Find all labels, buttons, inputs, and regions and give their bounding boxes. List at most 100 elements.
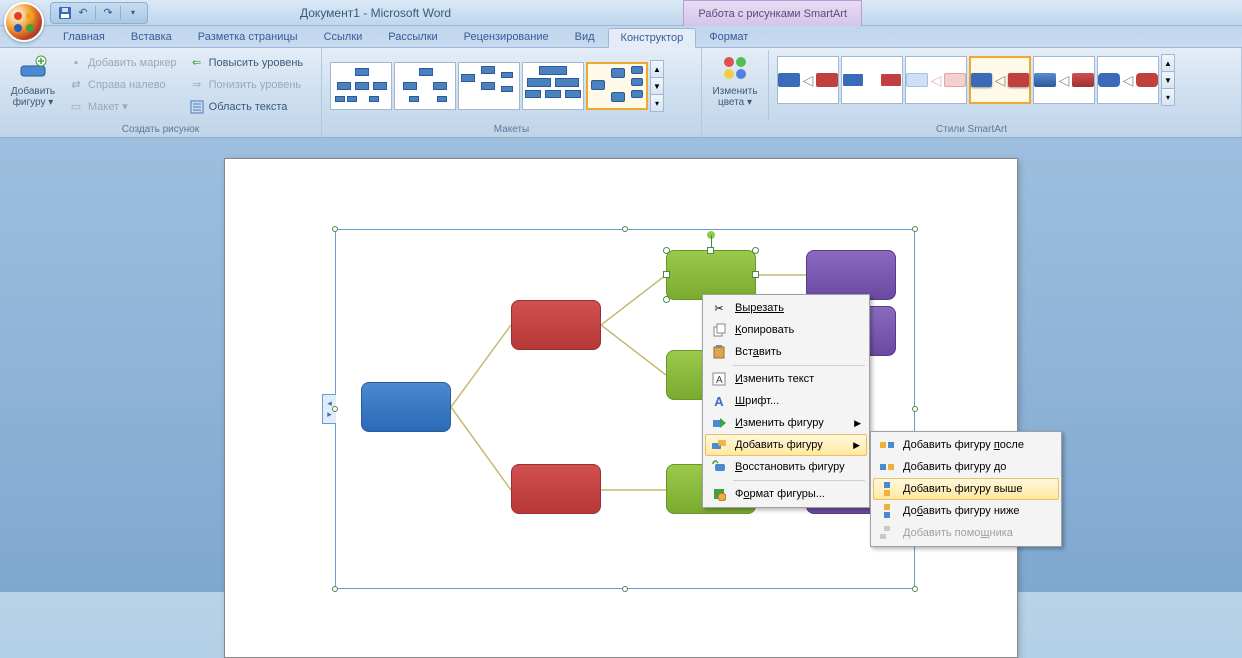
add-before-icon bbox=[877, 457, 897, 477]
tab-home[interactable]: Главная bbox=[50, 27, 118, 47]
change-shape-icon bbox=[709, 413, 729, 433]
resize-handle[interactable] bbox=[707, 247, 714, 254]
ctx-copy[interactable]: Копировать bbox=[705, 319, 867, 341]
ctx-font[interactable]: AШрифт... bbox=[705, 390, 867, 412]
group-create-graphic-label: Создать рисунок bbox=[4, 122, 317, 137]
gallery-scroll-up[interactable]: ▲ bbox=[651, 61, 663, 78]
layout-thumb-5[interactable] bbox=[586, 62, 648, 110]
layout-thumb-2[interactable] bbox=[394, 62, 456, 110]
smartart-node-green-selected[interactable] bbox=[666, 250, 756, 300]
resize-handle[interactable] bbox=[663, 247, 670, 254]
style-thumb-2[interactable]: ◁ bbox=[841, 56, 903, 104]
textpane-icon bbox=[189, 99, 205, 115]
change-colors-label-2: цвета ▾ bbox=[718, 97, 752, 108]
tab-review[interactable]: Рецензирование bbox=[451, 27, 562, 47]
change-colors-button[interactable]: Изменить цвета ▾ bbox=[706, 50, 764, 118]
change-colors-label-1: Изменить bbox=[712, 86, 757, 97]
sub-add-before[interactable]: Добавить фигуру до bbox=[873, 456, 1059, 478]
add-bullet-button[interactable]: ▪Добавить маркер bbox=[66, 52, 179, 73]
tab-design[interactable]: Конструктор bbox=[608, 28, 697, 48]
contextual-tab-title: Работа с рисунками SmartArt bbox=[683, 0, 862, 26]
tab-insert[interactable]: Вставка bbox=[118, 27, 185, 47]
promote-icon: ⇐ bbox=[189, 55, 205, 71]
layout-gallery-scroll: ▲ ▼ ▾ bbox=[650, 60, 664, 112]
layout-thumb-1[interactable] bbox=[330, 62, 392, 110]
ribbon: Добавить фигуру ▾ ▪Добавить маркер ⇄Спра… bbox=[0, 48, 1242, 138]
sub-add-after[interactable]: Добавить фигуру после bbox=[873, 434, 1059, 456]
demote-button[interactable]: ⇒Понизить уровень bbox=[187, 74, 306, 95]
format-shape-icon bbox=[709, 484, 729, 504]
document-area: ◂▸ bbox=[0, 138, 1242, 592]
font-icon: A bbox=[709, 391, 729, 411]
layout-thumb-3[interactable] bbox=[458, 62, 520, 110]
tab-references[interactable]: Ссылки bbox=[311, 27, 376, 47]
ctx-cut[interactable]: ✂Вырезать bbox=[705, 297, 867, 319]
smartart-node-red-1[interactable] bbox=[511, 300, 601, 350]
change-colors-icon bbox=[719, 52, 751, 84]
quick-access-toolbar: ↶ ↷ ▾ bbox=[50, 2, 148, 24]
text-pane-button[interactable]: Область текста bbox=[187, 96, 306, 117]
tab-format[interactable]: Формат bbox=[696, 27, 761, 47]
submenu-arrow-icon: ▶ bbox=[853, 440, 860, 451]
resize-handle[interactable] bbox=[752, 247, 759, 254]
style-scroll-up[interactable]: ▲ bbox=[1162, 55, 1174, 72]
style-thumb-5[interactable]: ◁ bbox=[1033, 56, 1095, 104]
tab-view[interactable]: Вид bbox=[562, 27, 608, 47]
group-create-graphic: Добавить фигуру ▾ ▪Добавить маркер ⇄Спра… bbox=[0, 48, 322, 137]
resize-handle[interactable] bbox=[752, 271, 759, 278]
save-button[interactable] bbox=[57, 5, 73, 21]
edit-text-icon: A bbox=[709, 369, 729, 389]
ctx-paste[interactable]: Вставить bbox=[705, 341, 867, 363]
layout-icon: ▭ bbox=[68, 99, 84, 115]
qat-customize-button[interactable]: ▾ bbox=[125, 5, 141, 21]
svg-text:A: A bbox=[716, 375, 723, 386]
smartart-node-purple-1[interactable] bbox=[806, 250, 896, 300]
style-thumb-3[interactable]: ◁ bbox=[905, 56, 967, 104]
style-scroll-more[interactable]: ▾ bbox=[1162, 89, 1174, 105]
promote-button[interactable]: ⇐Повысить уровень bbox=[187, 52, 306, 73]
resize-handle[interactable] bbox=[663, 296, 670, 303]
ctx-format-shape[interactable]: Формат фигуры... bbox=[705, 483, 867, 505]
add-above-icon bbox=[877, 479, 897, 499]
tab-mailings[interactable]: Рассылки bbox=[375, 27, 450, 47]
window-title: Документ1 - Microsoft Word bbox=[300, 6, 451, 20]
smartart-node-root[interactable] bbox=[361, 382, 451, 432]
sub-add-above[interactable]: Добавить фигуру выше bbox=[873, 478, 1059, 500]
smartart-node-red-2[interactable] bbox=[511, 464, 601, 514]
ctx-edit-text[interactable]: AИзменить текст bbox=[705, 368, 867, 390]
add-assistant-icon bbox=[877, 523, 897, 543]
tab-page-layout[interactable]: Разметка страницы bbox=[185, 27, 311, 47]
submenu-arrow-icon: ▶ bbox=[854, 418, 861, 429]
group-layouts-label: Макеты bbox=[326, 122, 697, 137]
sub-add-below[interactable]: Добавить фигуру ниже bbox=[873, 500, 1059, 522]
style-scroll-down[interactable]: ▼ bbox=[1162, 72, 1174, 89]
office-button[interactable] bbox=[4, 2, 44, 42]
bullet-icon: ▪ bbox=[68, 55, 84, 71]
context-menu: ✂Вырезать Копировать Вставить AИзменить … bbox=[702, 294, 870, 508]
add-below-icon bbox=[877, 501, 897, 521]
style-thumb-4[interactable]: ◁ bbox=[969, 56, 1031, 104]
ctx-add-shape[interactable]: Добавить фигуру▶ bbox=[705, 434, 867, 456]
redo-button[interactable]: ↷ bbox=[100, 5, 116, 21]
add-shape-button[interactable]: Добавить фигуру ▾ bbox=[4, 50, 62, 118]
group-styles: Изменить цвета ▾ ◁ ◁ ◁ ◁ ◁ ◁ ▲ ▼ ▾ Стили… bbox=[702, 48, 1242, 137]
layout-thumb-4[interactable] bbox=[522, 62, 584, 110]
layout-dropdown-button[interactable]: ▭Макет ▾ bbox=[66, 96, 179, 117]
ctx-restore-shape[interactable]: Восстановить фигуру bbox=[705, 456, 867, 478]
document-page[interactable]: ◂▸ bbox=[224, 158, 1018, 658]
style-thumb-1[interactable]: ◁ bbox=[777, 56, 839, 104]
ctx-change-shape[interactable]: Изменить фигуру▶ bbox=[705, 412, 867, 434]
title-bar: ↶ ↷ ▾ Документ1 - Microsoft Word Работа … bbox=[0, 0, 1242, 26]
undo-button[interactable]: ↶ bbox=[75, 5, 91, 21]
rtl-icon: ⇄ bbox=[68, 77, 84, 93]
sub-add-assistant: Добавить помощника bbox=[873, 522, 1059, 544]
style-thumb-6[interactable]: ◁ bbox=[1097, 56, 1159, 104]
gallery-scroll-down[interactable]: ▼ bbox=[651, 78, 663, 95]
rtl-button[interactable]: ⇄Справа налево bbox=[66, 74, 179, 95]
add-after-icon bbox=[877, 435, 897, 455]
resize-handle[interactable] bbox=[663, 271, 670, 278]
gallery-scroll-more[interactable]: ▾ bbox=[651, 95, 663, 111]
demote-icon: ⇒ bbox=[189, 77, 205, 93]
group-layouts: ▲ ▼ ▾ Макеты bbox=[322, 48, 702, 137]
copy-icon bbox=[709, 320, 729, 340]
